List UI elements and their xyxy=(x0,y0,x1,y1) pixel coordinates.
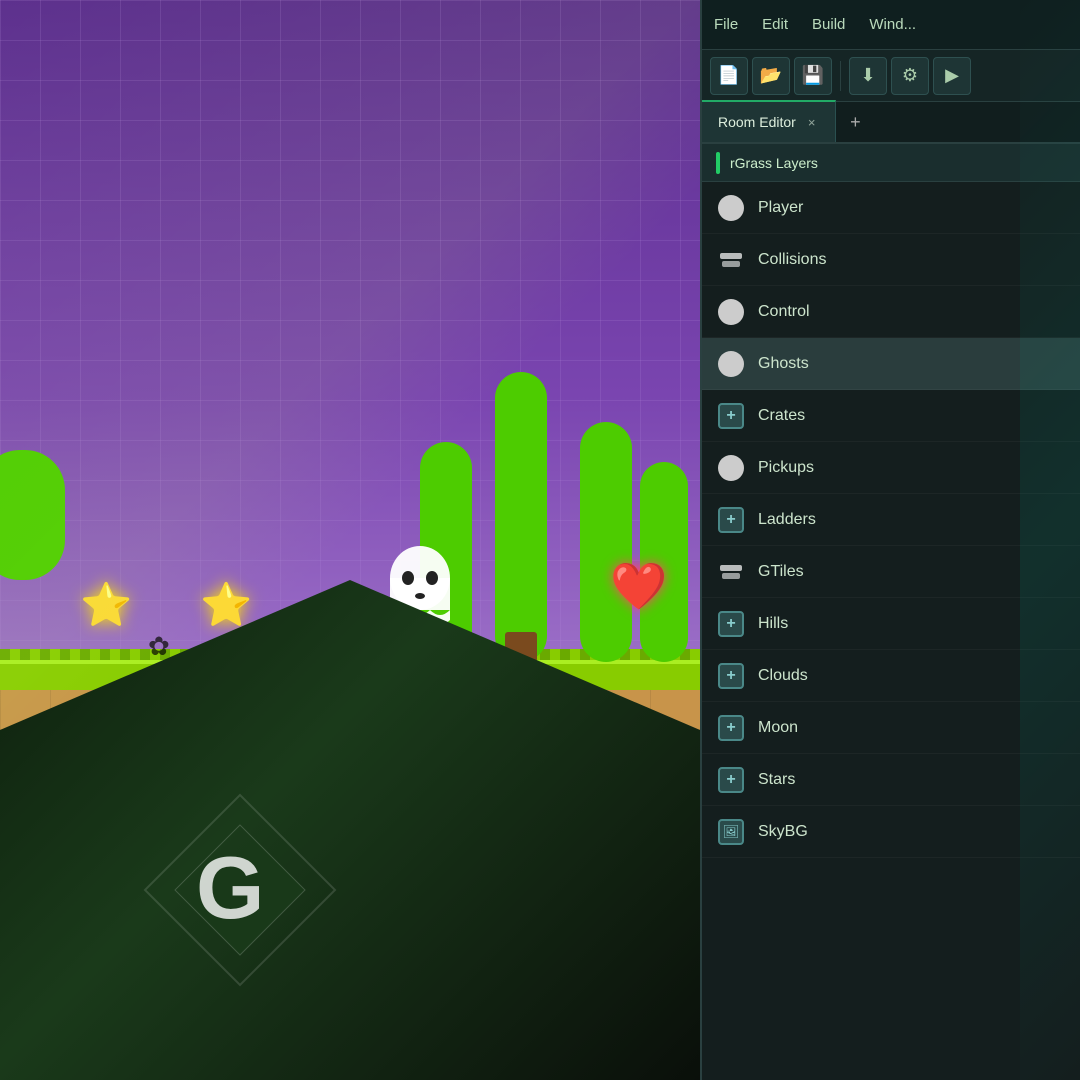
layer-circle-icon xyxy=(718,195,744,221)
layer-circle-icon xyxy=(718,351,744,377)
star-2: ⭐ xyxy=(200,581,252,630)
room-editor-tab[interactable]: Room Editor × xyxy=(702,100,836,142)
layer-name: Stars xyxy=(758,771,1064,789)
layer-name: Ladders xyxy=(758,511,1064,529)
layer-plus-icon: + xyxy=(718,663,744,689)
right-panel: File Edit Build Wind... 📄 📂 💾 ⬇ ⚙ ▶ Room… xyxy=(700,0,1080,1080)
layer-name: Hills xyxy=(758,615,1064,633)
active-indicator xyxy=(716,152,720,174)
star-1: ⭐ xyxy=(80,581,132,630)
left-platform xyxy=(0,450,65,580)
layer-name: Control xyxy=(758,303,1064,321)
menu-edit[interactable]: Edit xyxy=(762,16,788,33)
layer-stack-icon xyxy=(718,247,744,273)
download-button[interactable]: ⬇ xyxy=(849,57,887,95)
game-canvas: ⭐ ⭐ ❤️ ✿ G xyxy=(0,0,700,1080)
open-icon: 📂 xyxy=(760,65,782,86)
tab-bar: Room Editor × + xyxy=(702,102,1080,144)
layer-name: Moon xyxy=(758,719,1064,737)
settings-icon: ⚙ xyxy=(902,65,918,86)
deco-flower: ✿ xyxy=(148,631,170,662)
menu-file[interactable]: File xyxy=(714,16,738,33)
layer-name: Pickups xyxy=(758,459,1064,477)
tree-2 xyxy=(495,372,547,662)
layer-plus-icon: + xyxy=(718,403,744,429)
layer-item-crates[interactable]: + Crates xyxy=(702,390,1080,442)
layers-list[interactable]: Player Collisions Control Ghosts + Crates Pic… xyxy=(702,182,1080,1080)
layer-name: Crates xyxy=(758,407,1064,425)
tab-label: Room Editor xyxy=(718,114,796,130)
open-button[interactable]: 📂 xyxy=(752,57,790,95)
layer-item-gtiles[interactable]: GTiles xyxy=(702,546,1080,598)
layer-item-pickups[interactable]: Pickups xyxy=(702,442,1080,494)
layer-item-skybg[interactable]: 🖼 SkyBG xyxy=(702,806,1080,858)
layer-plus-icon: + xyxy=(718,507,744,533)
layer-item-collisions[interactable]: Collisions xyxy=(702,234,1080,286)
layer-circle-icon xyxy=(718,299,744,325)
heart-item: ❤️ xyxy=(610,559,667,614)
layer-item-clouds[interactable]: + Clouds xyxy=(702,650,1080,702)
settings-button[interactable]: ⚙ xyxy=(891,57,929,95)
layer-circle-icon xyxy=(718,455,744,481)
tree-3 xyxy=(580,422,632,662)
layer-plus-icon: + xyxy=(718,611,744,637)
layer-item-moon[interactable]: + Moon xyxy=(702,702,1080,754)
layer-plus-icon: + xyxy=(718,715,744,741)
svg-text:G: G xyxy=(196,838,264,937)
layer-item-hills[interactable]: + Hills xyxy=(702,598,1080,650)
download-icon: ⬇ xyxy=(860,65,875,86)
sub-header: rGrass Layers xyxy=(702,144,1080,182)
menu-build[interactable]: Build xyxy=(812,16,845,33)
layer-stack-icon xyxy=(718,559,744,585)
layer-item-ghosts[interactable]: Ghosts xyxy=(702,338,1080,390)
layer-name: GTiles xyxy=(758,563,1064,581)
layer-item-ladders[interactable]: + Ladders xyxy=(702,494,1080,546)
gamemaker-logo: G xyxy=(130,780,350,1000)
layer-name: SkyBG xyxy=(758,823,1064,841)
layer-name: Player xyxy=(758,199,1064,217)
toolbar: 📄 📂 💾 ⬇ ⚙ ▶ xyxy=(702,50,1080,102)
run-button[interactable]: ▶ xyxy=(933,57,971,95)
layer-image-icon: 🖼 xyxy=(718,819,744,845)
tab-add-button[interactable]: + xyxy=(836,102,874,142)
layer-item-player[interactable]: Player xyxy=(702,182,1080,234)
layer-plus-icon: + xyxy=(718,767,744,793)
menu-window[interactable]: Wind... xyxy=(869,16,916,33)
new-file-button[interactable]: 📄 xyxy=(710,57,748,95)
layer-item-control[interactable]: Control xyxy=(702,286,1080,338)
run-icon: ▶ xyxy=(945,65,959,86)
layer-name: Collisions xyxy=(758,251,1064,269)
menu-bar: File Edit Build Wind... xyxy=(702,0,1080,50)
toolbar-separator-1 xyxy=(840,61,841,91)
layer-item-stars[interactable]: + Stars xyxy=(702,754,1080,806)
layer-name: Ghosts xyxy=(758,355,1064,373)
sub-header-title: rGrass Layers xyxy=(730,155,818,171)
save-button[interactable]: 💾 xyxy=(794,57,832,95)
save-icon: 💾 xyxy=(802,65,824,86)
tab-close-button[interactable]: × xyxy=(804,113,820,132)
layer-name: Clouds xyxy=(758,667,1064,685)
new-file-icon: 📄 xyxy=(718,65,740,86)
